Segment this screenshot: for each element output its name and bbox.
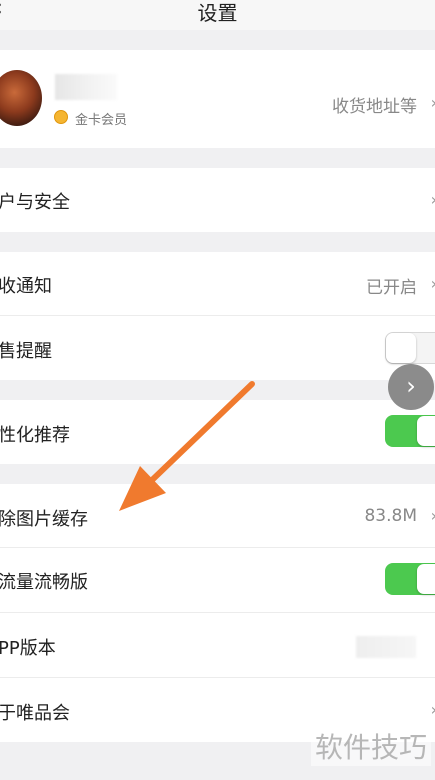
annotation-arrow-icon — [119, 381, 255, 511]
watermark: 软件技巧 — [310, 726, 431, 766]
